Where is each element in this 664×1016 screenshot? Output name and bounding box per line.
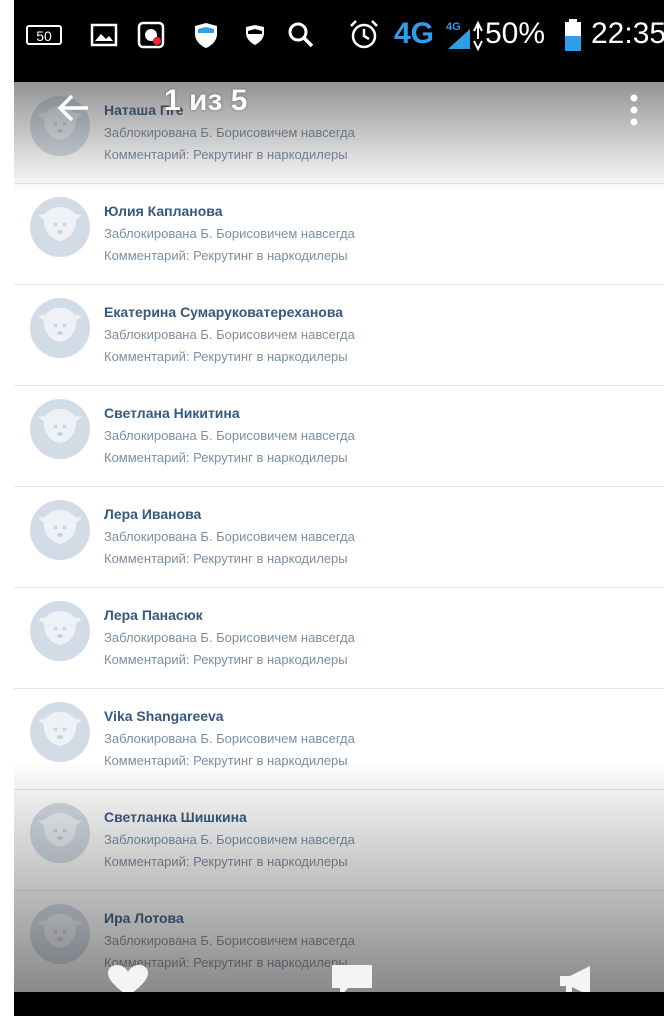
avatar (30, 197, 90, 257)
back-button[interactable] (54, 88, 94, 128)
block-comment: Комментарий: Рекрутинг в наркодилеры (104, 854, 348, 869)
list-item[interactable]: Лера Иванова Заблокирована Б. Борисовиче… (14, 486, 664, 588)
block-status: Заблокирована Б. Борисовичем навсегда (104, 832, 355, 847)
list-item[interactable]: Юлия Капланова Заблокирована Б. Борисови… (14, 183, 664, 285)
photo-actions (14, 950, 664, 997)
system-nav-bar (14, 992, 664, 1016)
block-comment: Комментарий: Рекрутинг в наркодилеры (104, 147, 348, 162)
shield-small-icon (240, 18, 270, 52)
block-status: Заблокирована Б. Борисовичем навсегда (104, 529, 355, 544)
more-button[interactable] (614, 90, 654, 130)
list-item[interactable]: Екатерина Сумаруковатереханова Заблокиро… (14, 284, 664, 386)
signal-icon: 4G (444, 18, 484, 52)
photo-viewer-toolbar: 1 из 5 (14, 82, 664, 142)
list-item[interactable]: Светланка Шишкина Заблокирована Б. Борис… (14, 789, 664, 891)
more-vertical-icon (630, 94, 638, 126)
block-comment: Комментарий: Рекрутинг в наркодилеры (104, 551, 348, 566)
user-name[interactable]: Светлана Никитина (104, 405, 240, 421)
user-name[interactable]: Лера Панасюк (104, 607, 203, 623)
alarm-icon (346, 18, 382, 52)
notification-badge-icon: 50 (24, 18, 66, 52)
clock: 22:35 (591, 17, 664, 50)
block-comment: Комментарий: Рекрутинг в наркодилеры (104, 349, 348, 364)
list-item[interactable]: Лера Панасюк Заблокирована Б. Борисовиче… (14, 587, 664, 689)
battery-icon (562, 18, 584, 52)
avatar (30, 298, 90, 358)
block-comment: Комментарий: Рекрутинг в наркодилеры (104, 248, 348, 263)
user-name[interactable]: Ира Лотова (104, 910, 184, 926)
block-status: Заблокирована Б. Борисовичем навсегда (104, 226, 355, 241)
battery-percent: 50% (485, 17, 546, 50)
avatar (30, 399, 90, 459)
list-item[interactable]: Светлана Никитина Заблокирована Б. Борис… (14, 385, 664, 487)
avatar (30, 702, 90, 762)
user-name[interactable]: Светланка Шишкина (104, 809, 247, 825)
user-name[interactable]: Vika Shangareeva (104, 708, 224, 724)
image-icon (88, 18, 120, 52)
block-status: Заблокирована Б. Борисовичем навсегда (104, 933, 355, 948)
avatar (30, 500, 90, 560)
list-item[interactable]: Vika Shangareeva Заблокирована Б. Борисо… (14, 688, 664, 790)
arrow-left-icon (57, 94, 88, 122)
user-name[interactable]: Лера Иванова (104, 506, 201, 522)
user-name[interactable]: Екатерина Сумаруковатереханова (104, 304, 343, 320)
block-status: Заблокирована Б. Борисовичем навсегда (104, 327, 355, 342)
page-counter: 1 из 5 (164, 84, 248, 117)
screen: 50 4G 4G 50% 22:35 Наташа Пге Заблокиров… (14, 0, 664, 1016)
block-comment: Комментарий: Рекрутинг в наркодилеры (104, 753, 348, 768)
network-label: 4G (394, 17, 435, 50)
block-status: Заблокирована Б. Борисовичем навсегда (104, 428, 355, 443)
status-bar: 50 4G 4G 50% 22:35 (14, 0, 664, 82)
shield-icon (189, 18, 223, 52)
svg-text:50: 50 (36, 28, 52, 44)
block-comment: Комментарий: Рекрутинг в наркодилеры (104, 652, 348, 667)
search-icon (284, 18, 318, 52)
avatar (30, 601, 90, 661)
svg-text:4G: 4G (446, 21, 461, 33)
block-status: Заблокирована Б. Борисовичем навсегда (104, 630, 355, 645)
app-icon (134, 18, 168, 52)
block-status: Заблокирована Б. Борисовичем навсегда (104, 731, 355, 746)
block-comment: Комментарий: Рекрутинг в наркодилеры (104, 450, 348, 465)
avatar (30, 803, 90, 863)
user-name[interactable]: Юлия Капланова (104, 203, 223, 219)
